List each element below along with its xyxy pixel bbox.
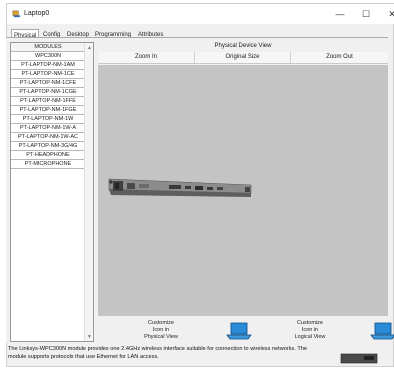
module-item[interactable]: PT-LAPTOP-NM-3G/4G — [11, 142, 85, 151]
module-item[interactable]: PT-LAPTOP-NM-1W-A — [11, 124, 85, 133]
zoom-out-button[interactable]: Zoom Out — [291, 52, 388, 63]
customize-logical-line2: Icon in — [301, 327, 319, 333]
app-icon — [12, 10, 21, 18]
logical-laptop-icon — [370, 322, 394, 340]
customize-physical-button[interactable]: Customize Icon in Physical View — [116, 318, 206, 344]
customize-logical-line1: Customize — [297, 320, 323, 326]
zoom-toolbar: Zoom In Original Size Zoom Out — [98, 52, 388, 64]
module-item[interactable]: PT-LAPTOP-NM-1FGE — [11, 106, 85, 115]
customize-physical-line2: Icon in — [152, 327, 170, 333]
module-description: The Linksys-WPC300N module provides one … — [8, 346, 307, 360]
module-item[interactable]: PT-LAPTOP-NM-1CFE — [11, 79, 85, 88]
minimize-button[interactable]: — — [327, 7, 353, 22]
module-item[interactable]: PT-LAPTOP-NM-1W — [11, 115, 85, 124]
module-item[interactable]: PT-HEADPHONE — [11, 151, 85, 160]
module-item[interactable]: PT-LAPTOP-NM-1CGE — [11, 88, 85, 97]
module-item[interactable]: WPC300N — [11, 52, 85, 61]
physical-device-view: Physical Device View Zoom In Original Si… — [98, 42, 388, 316]
scroll-down-icon[interactable]: ▼ — [87, 334, 92, 340]
laptop-side-view[interactable] — [105, 159, 255, 203]
module-item[interactable]: PT-LAPTOP-NM-1FFE — [11, 97, 85, 106]
modules-list: MODULES WPC300N PT-LAPTOP-NM-1AM PT-LAPTOP… — [11, 43, 85, 169]
physical-laptop-icon — [226, 322, 252, 340]
modules-header: MODULES — [11, 43, 85, 52]
zoom-in-button[interactable]: Zoom In — [98, 52, 195, 63]
customize-logical-line3: Logical View — [294, 334, 326, 340]
module-item[interactable]: PT-LAPTOP-NM-1CE — [11, 70, 85, 79]
window-title: Laptop0 — [24, 10, 50, 17]
module-item[interactable]: PT-LAPTOP-NM-1W-AC — [11, 133, 85, 142]
module-item[interactable]: PT-LAPTOP-NM-1AM — [11, 61, 85, 70]
customize-bar: Customize Icon in Physical View Customiz… — [98, 318, 394, 344]
customize-physical-line3: Physical View — [144, 334, 178, 340]
scroll-up-icon[interactable]: ▲ — [87, 45, 92, 51]
original-size-button[interactable]: Original Size — [195, 52, 291, 63]
device-canvas[interactable] — [98, 65, 388, 316]
physical-tab-content: MODULES WPC300N PT-LAPTOP-NM-1AM PT-LAPTOP… — [6, 37, 394, 344]
customize-logical-button[interactable]: Customize Icon in Logical View — [265, 318, 355, 344]
title-bar: Laptop0 — ☐ ✕ — [7, 4, 394, 24]
modules-scrollbar[interactable]: ▲ ▼ — [84, 43, 93, 341]
module-preview-image — [340, 353, 378, 364]
modules-panel: MODULES WPC300N PT-LAPTOP-NM-1AM PT-LAPTOP… — [10, 42, 94, 342]
close-button[interactable]: ✕ — [379, 7, 394, 22]
customize-physical-line1: Customize — [148, 320, 174, 326]
maximize-button[interactable]: ☐ — [353, 7, 379, 22]
device-view-header: Physical Device View — [214, 43, 272, 49]
module-item[interactable]: PT-MICROPHONE — [11, 160, 85, 169]
